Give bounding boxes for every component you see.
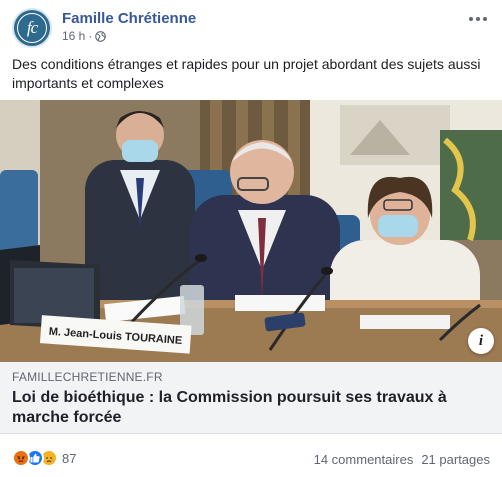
post-text: Des conditions étranges et rapides pour … [12, 56, 481, 91]
avatar-logo-text: fc [26, 18, 38, 37]
post-time[interactable]: 16 h [62, 29, 85, 43]
link-preview[interactable]: FAMILLECHRETIENNE.FR Loi de bioéthique :… [0, 362, 502, 434]
more-options-button[interactable] [466, 8, 490, 30]
link-image[interactable]: M. Jean-Louis TOURAINE i [0, 100, 502, 362]
more-dot-icon [476, 17, 480, 21]
info-icon[interactable]: i [468, 328, 494, 354]
reaction-count: 87 [62, 450, 77, 466]
angry-icon [12, 449, 30, 467]
avatar-ring: fc [17, 13, 47, 43]
link-title[interactable]: Loi de bioéthique : la Commission poursu… [12, 388, 482, 428]
comments-count-link[interactable]: 14 commentaires [314, 452, 414, 467]
link-domain: FAMILLECHRETIENNE.FR [12, 370, 163, 384]
post-header: fc Famille Chrétienne 16 h · [12, 8, 490, 48]
more-dot-icon [469, 17, 473, 21]
hearing-photo-illustration: M. Jean-Louis TOURAINE [0, 100, 502, 362]
post-card: fc Famille Chrétienne 16 h · Des conditi… [0, 0, 502, 477]
reactions-summary[interactable]: 87 [12, 449, 76, 467]
meta-separator: · [88, 29, 93, 43]
engagement-stats: 14 commentaires 21 partages [314, 452, 490, 467]
page-name-link[interactable]: Famille Chrétienne [62, 10, 196, 27]
globe-icon [95, 30, 107, 42]
more-dot-icon [483, 17, 487, 21]
post-footer: 87 14 commentaires 21 partages [0, 445, 502, 475]
shares-count-link[interactable]: 21 partages [421, 452, 490, 467]
post-meta: 16 h · [62, 29, 107, 43]
page-avatar[interactable]: fc [12, 8, 52, 48]
